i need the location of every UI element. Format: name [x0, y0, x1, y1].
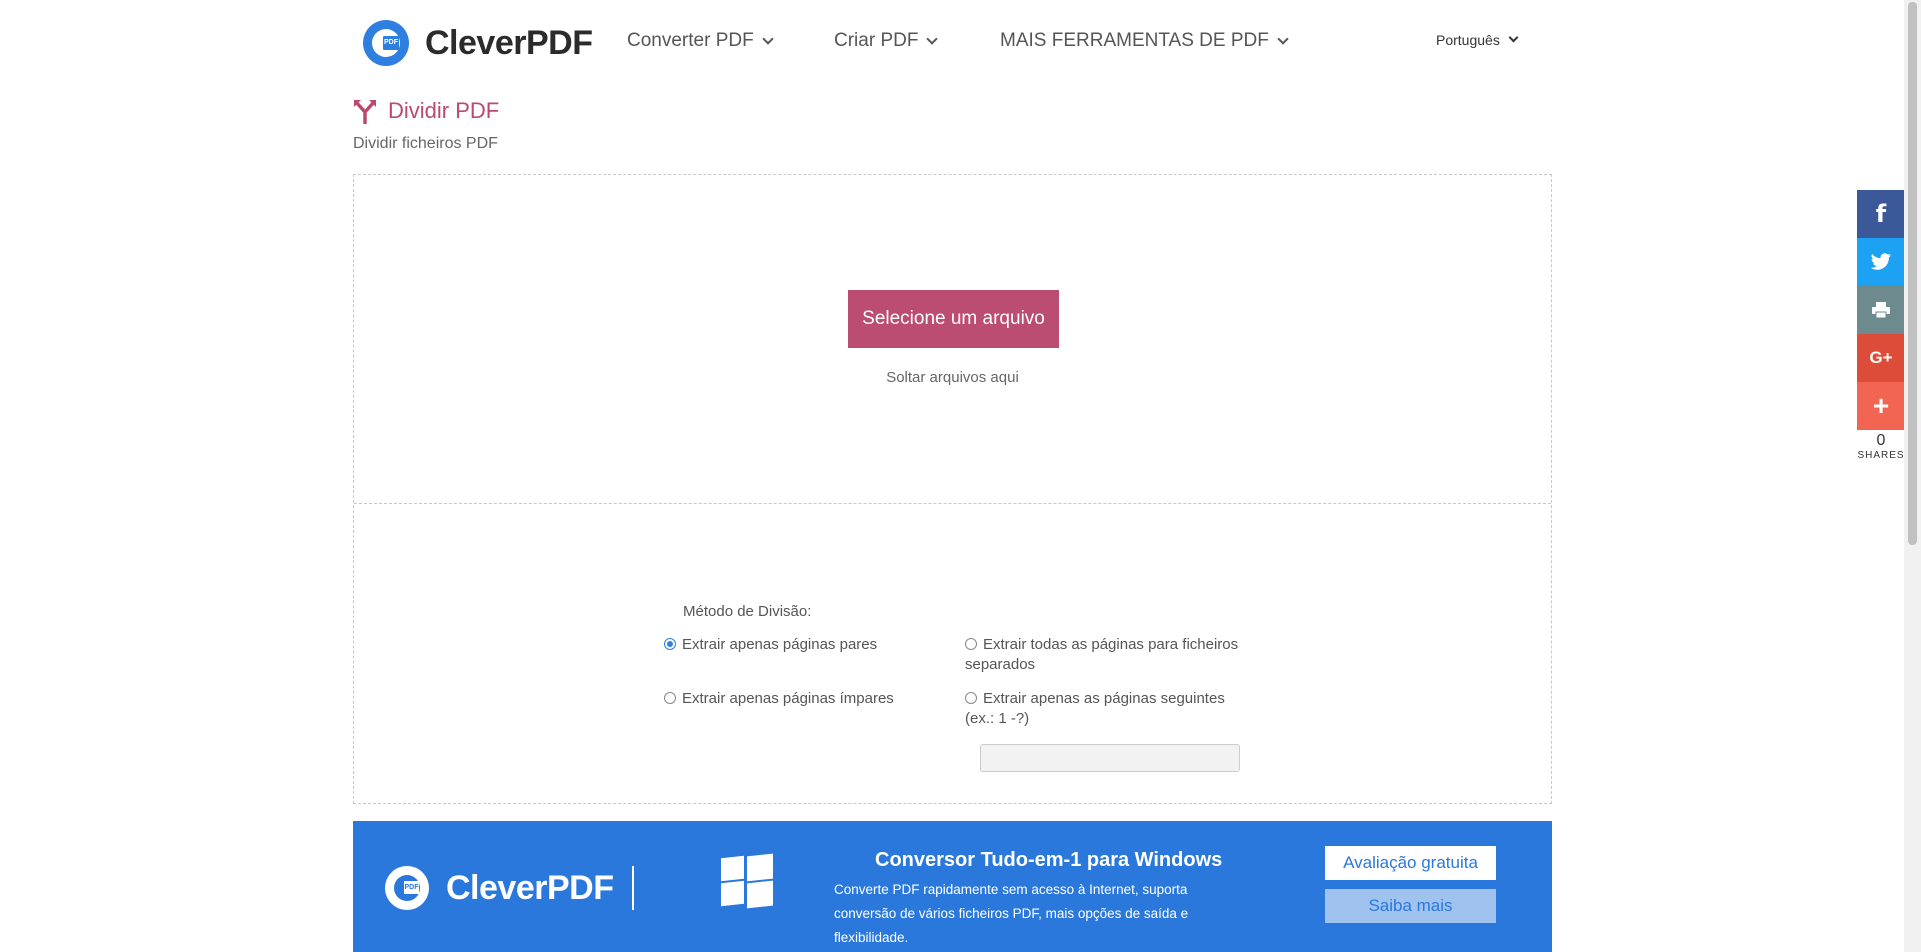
- nav-converter-pdf[interactable]: Converter PDF: [627, 30, 774, 52]
- chevron-down-icon: [1508, 32, 1519, 43]
- option-label: Extrair apenas páginas pares: [682, 636, 878, 653]
- language-selector[interactable]: Português: [1436, 32, 1519, 48]
- upload-dropzone[interactable]: Selecione um arquivo Soltar arquivos aqu…: [353, 174, 1552, 804]
- share-sidebar: f G+ + 0 SHARES: [1857, 190, 1905, 461]
- chevron-down-icon: [926, 32, 939, 45]
- language-label: Português: [1436, 32, 1500, 48]
- chevron-down-icon: [1277, 32, 1289, 45]
- option-label: Extrair apenas as páginas seguintes (ex.…: [965, 690, 1225, 727]
- nav-label: MAIS FERRAMENTAS DE PDF: [1000, 30, 1269, 51]
- chevron-down-icon: [762, 32, 774, 45]
- banner-title: Conversor Tudo-em-1 para Windows: [875, 849, 1223, 871]
- radio-button[interactable]: [965, 692, 977, 704]
- logo-icon: PDF: [363, 20, 409, 66]
- windows-promo-banner: PDF CleverPDF Conversor Tudo-em-1 para W…: [353, 821, 1552, 952]
- share-count: 0: [1876, 432, 1886, 449]
- free-trial-button[interactable]: Avaliação gratuita: [1325, 846, 1496, 880]
- option-all-pages-separate[interactable]: Extrair todas as páginas para ficheiros …: [965, 635, 1255, 675]
- banner-divider: [632, 866, 634, 910]
- facebook-icon[interactable]: f: [1857, 190, 1905, 238]
- option-label: Extrair apenas páginas ímpares: [682, 690, 894, 707]
- site-logo[interactable]: PDF CleverPDF: [363, 20, 593, 66]
- windows-icon: [721, 853, 773, 909]
- site-header: PDF CleverPDF Converter PDF Criar PDF MA…: [0, 0, 1921, 85]
- banner-logo-text: CleverPDF: [446, 868, 614, 907]
- drop-hint: Soltar arquivos aqui: [886, 369, 1019, 386]
- nav-criar-pdf[interactable]: Criar PDF: [834, 30, 939, 52]
- option-specific-pages[interactable]: Extrair apenas as páginas seguintes (ex.…: [965, 689, 1255, 729]
- radio-button[interactable]: [965, 638, 977, 650]
- split-method-label: Método de Divisão:: [683, 603, 812, 620]
- banner-description: Converte PDF rapidamente sem acesso à In…: [834, 882, 1189, 945]
- option-label: Extrair todas as páginas para ficheiros …: [965, 636, 1239, 673]
- section-divider: [354, 503, 1551, 504]
- pages-range-input[interactable]: [980, 744, 1240, 772]
- split-icon: [354, 100, 376, 124]
- learn-more-button[interactable]: Saiba mais: [1325, 889, 1496, 923]
- page-title: Dividir PDF: [388, 98, 500, 123]
- scrollbar-thumb[interactable]: [1908, 2, 1917, 545]
- twitter-icon[interactable]: [1857, 238, 1905, 286]
- nav-mais-ferramentas[interactable]: MAIS FERRAMENTAS DE PDF: [1000, 30, 1289, 52]
- page-title-row: Dividir PDF: [352, 98, 499, 124]
- page-subtitle: Dividir ficheiros PDF: [353, 135, 498, 152]
- plus-icon[interactable]: +: [1857, 382, 1905, 430]
- page-scrollbar[interactable]: [1904, 0, 1921, 952]
- nav-label: Converter PDF: [627, 30, 754, 51]
- option-even-pages[interactable]: Extrair apenas páginas pares: [664, 635, 924, 655]
- radio-button[interactable]: [664, 692, 676, 704]
- nav-label: Criar PDF: [834, 30, 919, 51]
- logo-icon: PDF: [385, 866, 429, 910]
- google-plus-icon[interactable]: G+: [1857, 334, 1905, 382]
- logo-text: CleverPDF: [425, 23, 593, 62]
- radio-button[interactable]: [664, 638, 676, 650]
- option-odd-pages[interactable]: Extrair apenas páginas ímpares: [664, 689, 924, 709]
- select-file-button[interactable]: Selecione um arquivo: [848, 290, 1059, 348]
- banner-logo[interactable]: PDF CleverPDF: [385, 866, 614, 910]
- print-icon[interactable]: [1857, 286, 1905, 334]
- share-label: SHARES: [1857, 450, 1905, 461]
